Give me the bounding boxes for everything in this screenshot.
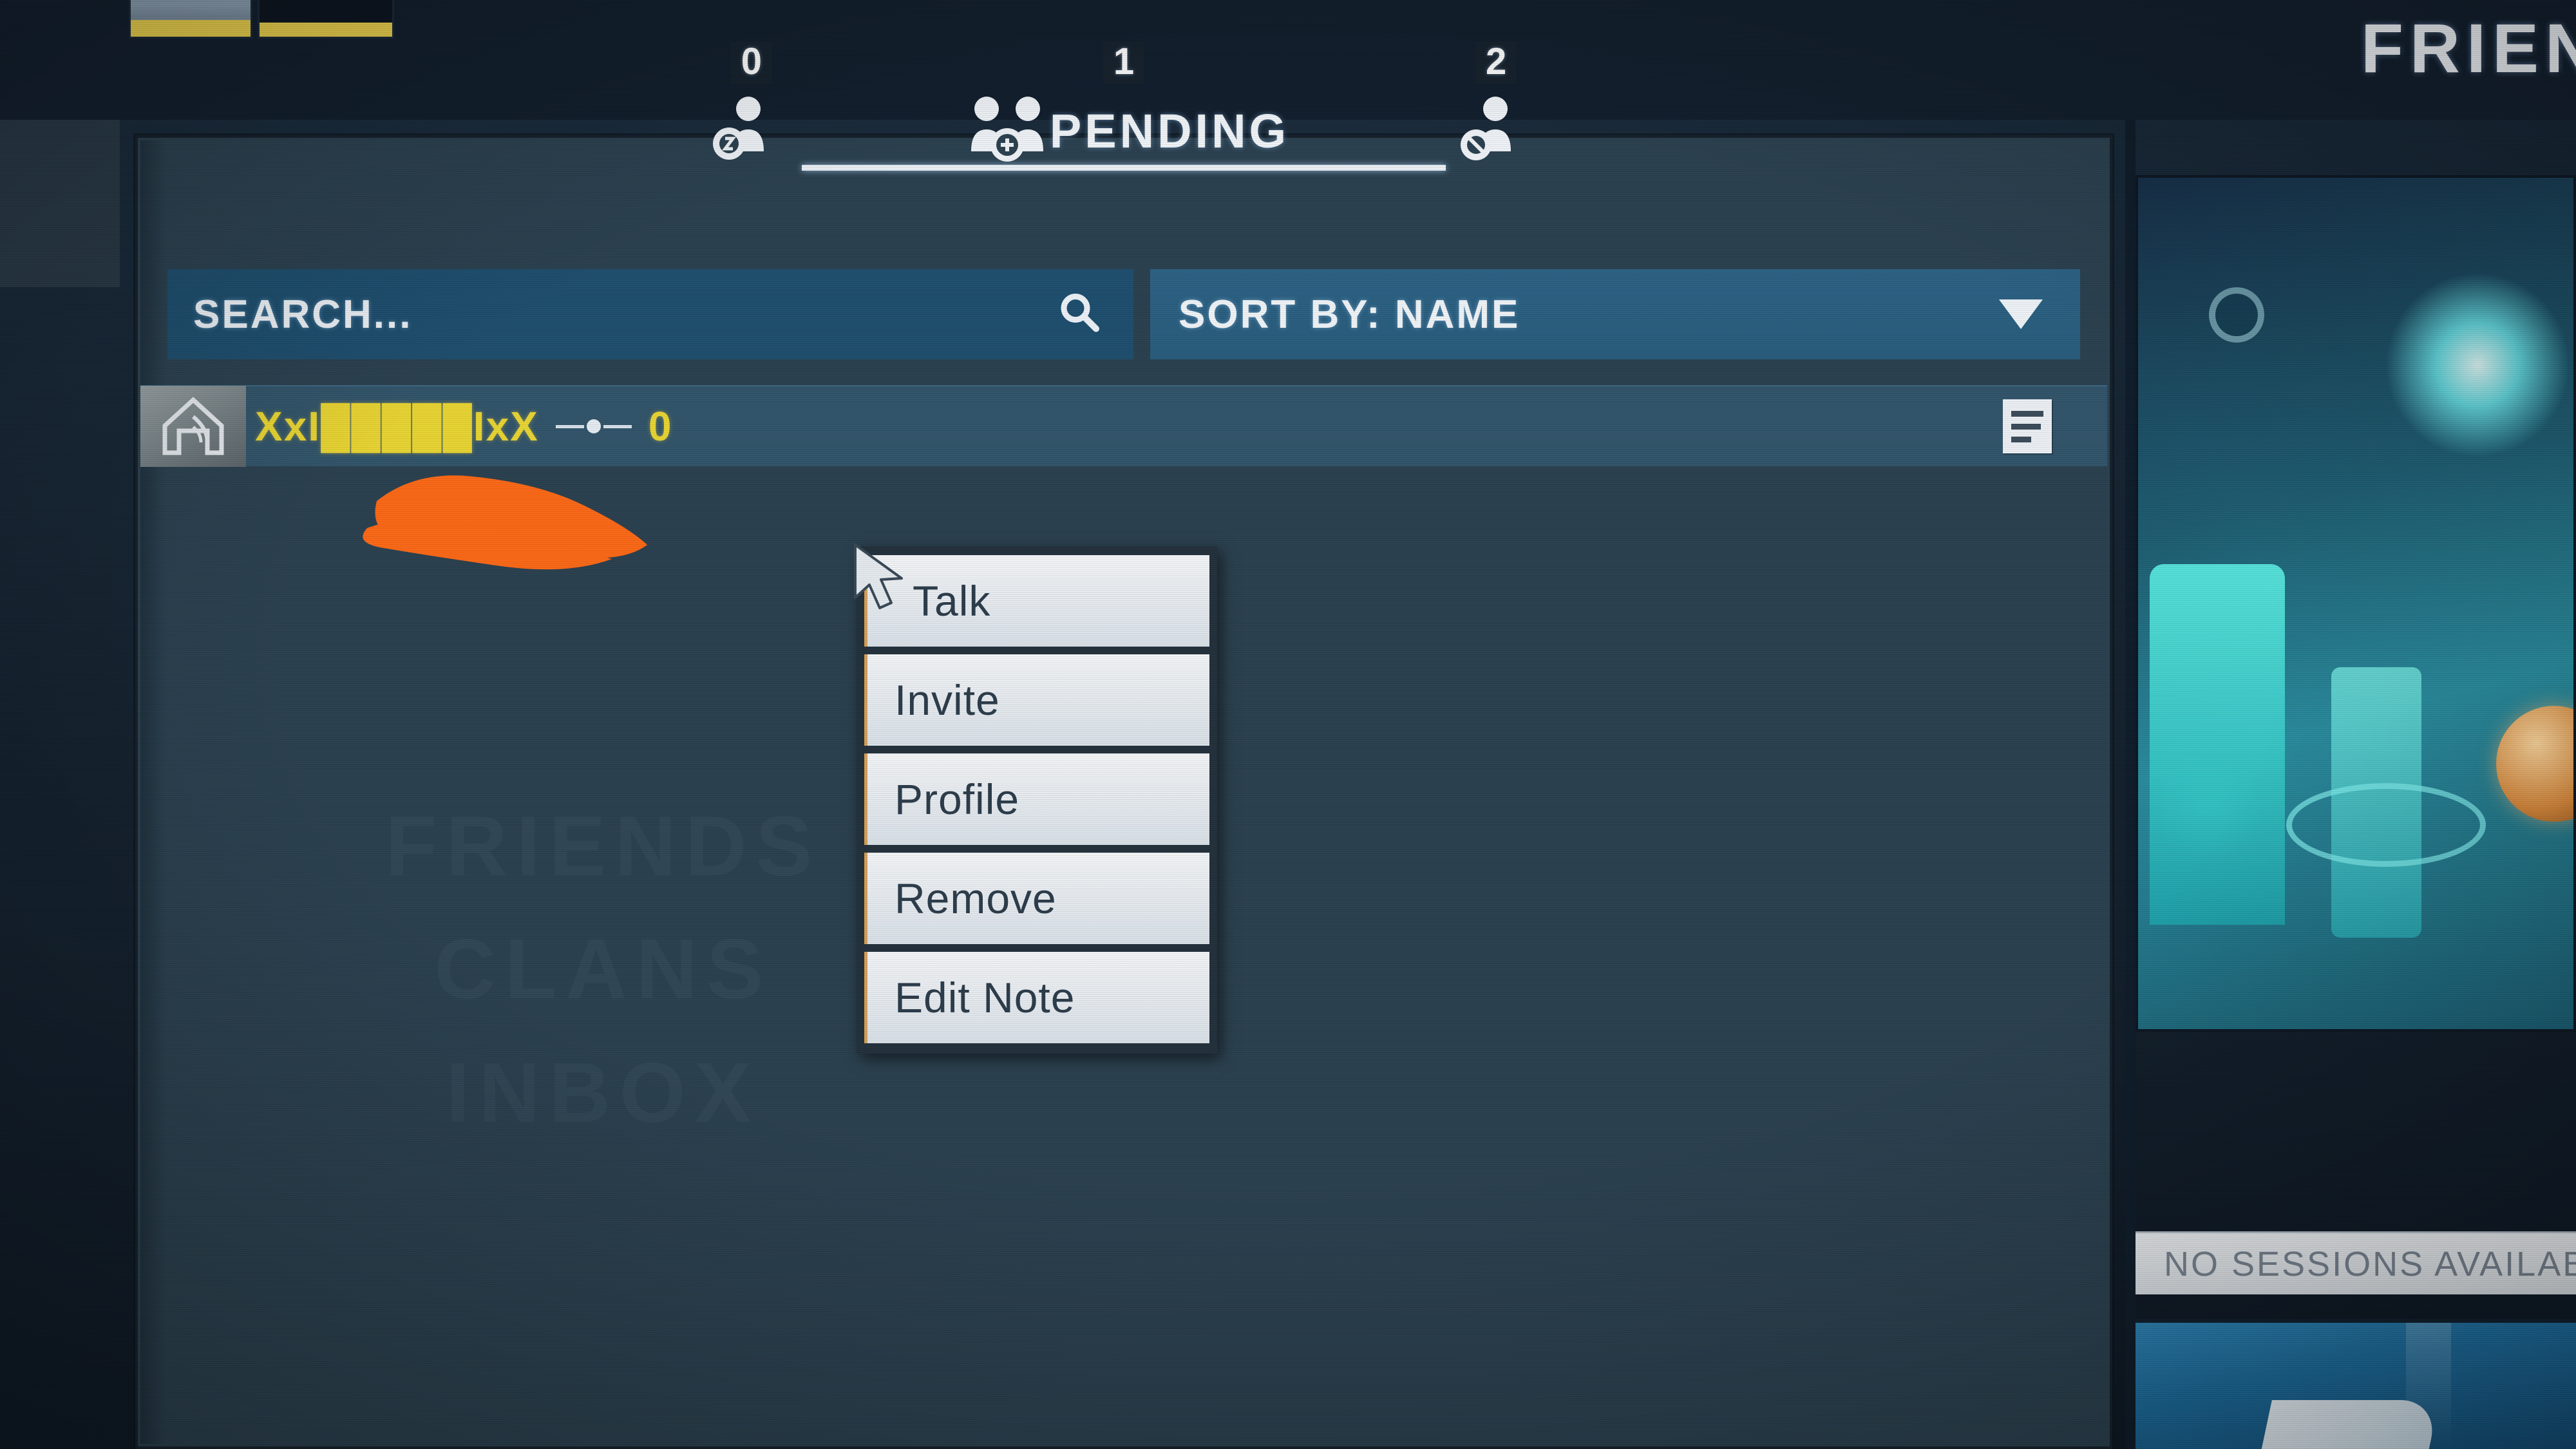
watermark-line-2: CLANS [385, 907, 821, 1030]
person-clock-icon [706, 92, 783, 169]
tab-pending[interactable]: 1 PENDING [802, 42, 1446, 171]
sort-dropdown[interactable]: SORT BY: NAME [1150, 269, 2080, 359]
sci-fi-station-artwork[interactable] [2136, 175, 2576, 1032]
artwork-planet [2496, 706, 2573, 822]
watermark-line-3: INBOX [385, 1031, 821, 1154]
tab-badge-pending: 1 [1103, 42, 1145, 84]
tab-online[interactable]: 0 [706, 42, 797, 169]
tab-blocked[interactable]: 2 [1450, 42, 1542, 169]
blue-vehicle-artwork[interactable] [2136, 1319, 2576, 1449]
search-icon[interactable] [1057, 290, 1103, 339]
right-column-edge [2125, 120, 2136, 1449]
person-blocked-icon [1450, 92, 1528, 169]
context-menu-item-edit-note[interactable]: Edit Note [864, 952, 1209, 1043]
chevron-down-icon[interactable] [1999, 299, 2043, 329]
context-menu-item-profile[interactable]: Profile [864, 753, 1209, 845]
sort-label: SORT BY: NAME [1179, 292, 1520, 337]
context-menu-item-invite[interactable]: Invite [864, 654, 1209, 746]
search-placeholder: SEARCH... [193, 292, 413, 337]
mouse-pointer-icon [854, 544, 903, 609]
right-column: NO SESSIONS AVAILABLE [2125, 120, 2576, 1449]
session-status-bar: NO SESSIONS AVAILABLE [2136, 1231, 2576, 1294]
tab-label-pending: PENDING [1049, 104, 1290, 158]
artwork-panel-1 [2150, 564, 2285, 925]
page-title: FRIEN [2361, 9, 2576, 87]
avatar[interactable] [140, 386, 246, 467]
friend-count: 0 [648, 403, 672, 450]
thumbnail-card-1[interactable] [129, 0, 252, 39]
session-status-text: NO SESSIONS AVAILABLE [2164, 1244, 2576, 1283]
level-separator-icon [555, 419, 632, 433]
thumbnail-accent-bar [260, 23, 392, 37]
tab-badge-online: 0 [730, 42, 773, 84]
context-menu: Talk Invite Profile Remove Edit Note [857, 546, 1217, 1054]
thumbnail-accent-bar [131, 20, 251, 37]
thumbnail-card-2[interactable] [258, 0, 394, 39]
background-watermark: FRIENDS CLANS INBOX [385, 784, 821, 1154]
watermark-line-1: FRIENDS [385, 784, 821, 907]
artwork-ring [2286, 783, 2486, 867]
table-row[interactable]: XxI█████IxX 0 [140, 385, 2107, 467]
tab-badge-blocked: 2 [1475, 42, 1517, 84]
panel-left-shade [140, 140, 166, 1444]
search-input[interactable]: SEARCH... [167, 269, 1133, 359]
filter-bar: SEARCH... SORT BY: NAME [167, 269, 2080, 359]
left-gutter [0, 120, 120, 287]
note-lines-icon[interactable] [2003, 399, 2052, 453]
tab-underline-active [802, 165, 1446, 171]
person-add-icon [958, 92, 1043, 169]
context-menu-item-talk[interactable]: Talk [864, 555, 1209, 647]
artwork-hull [2231, 1400, 2439, 1449]
context-menu-item-remove[interactable]: Remove [864, 853, 1209, 944]
tab-bar: 0 1 PENDING 2 [140, 42, 2107, 192]
artwork-lens [2209, 287, 2264, 343]
friend-name: XxI█████IxX [255, 403, 539, 450]
